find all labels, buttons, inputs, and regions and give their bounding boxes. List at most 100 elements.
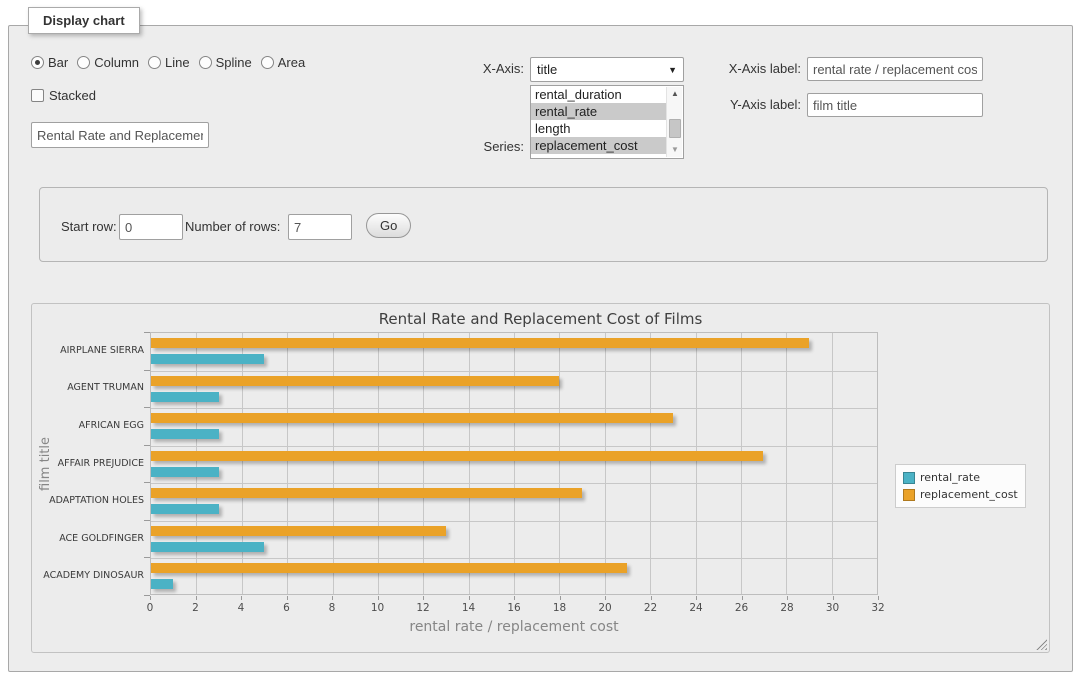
x-axis-tick	[560, 596, 561, 600]
gridline-v-30	[832, 333, 833, 594]
bar-replacement_cost-affair-prejudice	[151, 451, 763, 461]
display-chart-fieldset: BarColumnLineSplineArea Stacked X-Axis: …	[8, 25, 1073, 672]
series-option-replacement_cost[interactable]: replacement_cost	[531, 137, 666, 154]
y-axis-tick	[144, 332, 150, 333]
chart-type-option-spline[interactable]: Spline	[199, 55, 261, 70]
chart-title-input[interactable]	[31, 122, 209, 148]
legend-entry-replacement_cost: replacement_cost	[903, 486, 1018, 503]
bar-replacement_cost-african-egg	[151, 413, 673, 423]
go-button[interactable]: Go	[366, 213, 411, 238]
series-options: rental_durationrental_ratelengthreplacem…	[531, 86, 666, 154]
start-row-label: Start row:	[61, 219, 117, 234]
gridline-v-8	[333, 333, 334, 594]
start-row-input[interactable]	[119, 214, 183, 240]
gridline-h	[151, 446, 877, 447]
series-option-length[interactable]: length	[531, 120, 666, 137]
number-of-rows-input[interactable]	[288, 214, 352, 240]
x-tick-label: 2	[181, 602, 211, 614]
resize-grip-icon[interactable]	[1036, 639, 1047, 650]
legend-label: replacement_cost	[920, 488, 1018, 501]
x-tick-label: 30	[818, 602, 848, 614]
radio-icon-column[interactable]	[77, 56, 90, 69]
x-tick-label: 32	[863, 602, 893, 614]
chart-type-option-bar[interactable]: Bar	[31, 55, 77, 70]
series-label: Series:	[454, 139, 524, 154]
chart-legend: rental_rate replacement_cost	[895, 464, 1026, 508]
gridline-v-20	[605, 333, 606, 594]
gridline-v-4	[242, 333, 243, 594]
gridline-v-28	[786, 333, 787, 594]
category-label: AFFAIR PREJUDICE	[39, 458, 144, 469]
chart-type-option-label: Spline	[216, 55, 252, 70]
gridline-v-10	[378, 333, 379, 594]
gridline-v-26	[741, 333, 742, 594]
x-axis-label-input[interactable]	[807, 57, 983, 81]
plot-area	[150, 332, 878, 595]
chart-type-option-label: Area	[278, 55, 305, 70]
gridline-v-2	[196, 333, 197, 594]
x-axis-tick	[196, 596, 197, 600]
x-tick-label: 24	[681, 602, 711, 614]
bar-rental_rate-african-egg	[151, 429, 219, 439]
chevron-down-icon: ▼	[668, 65, 677, 75]
x-tick-label: 4	[226, 602, 256, 614]
x-tick-label: 6	[272, 602, 302, 614]
scroll-down-icon[interactable]: ▼	[667, 143, 683, 157]
x-axis-tick	[378, 596, 379, 600]
chart-xaxis-title: rental rate / replacement cost	[150, 619, 878, 635]
series-option-rental_rate[interactable]: rental_rate	[531, 103, 666, 120]
x-tick-label: 12	[408, 602, 438, 614]
legend-swatch-replacement_cost	[903, 489, 915, 501]
gridline-h	[151, 521, 877, 522]
radio-icon-line[interactable]	[148, 56, 161, 69]
y-axis-tick	[144, 557, 150, 558]
x-tick-label: 20	[590, 602, 620, 614]
series-listbox[interactable]: rental_durationrental_ratelengthreplacem…	[530, 85, 684, 159]
chart-type-option-column[interactable]: Column	[77, 55, 148, 70]
stacked-checkbox[interactable]	[31, 89, 44, 102]
radio-icon-spline[interactable]	[199, 56, 212, 69]
chart-type-radios: Bar ColumnLine Spline Area	[31, 55, 314, 70]
chart-type-option-line[interactable]: Line	[148, 55, 199, 70]
gridline-v-12	[423, 333, 424, 594]
gridline-v-18	[559, 333, 560, 594]
x-axis-tick	[287, 596, 288, 600]
x-tick-label: 14	[454, 602, 484, 614]
gridline-h	[151, 558, 877, 559]
gridline-h	[151, 483, 877, 484]
chart-type-option-area[interactable]: Area	[261, 55, 314, 70]
scroll-up-icon[interactable]: ▲	[667, 87, 683, 101]
scrollbar-thumb[interactable]	[669, 119, 681, 139]
radio-icon-bar[interactable]	[31, 56, 44, 69]
x-tick-label: 22	[636, 602, 666, 614]
category-label: ACADEMY DINOSAUR	[39, 570, 144, 581]
stacked-label: Stacked	[49, 88, 96, 103]
gridline-v-22	[650, 333, 651, 594]
fieldset-legend-text: Display chart	[43, 13, 125, 28]
gridline-v-24	[696, 333, 697, 594]
stacked-checkbox-row[interactable]: Stacked	[31, 88, 96, 103]
series-option-rental_duration[interactable]: rental_duration	[531, 86, 666, 103]
radio-icon-area[interactable]	[261, 56, 274, 69]
category-label: ADAPTATION HOLES	[39, 495, 144, 506]
chart-title: Rental Rate and Replacement Cost of Film…	[32, 310, 1049, 328]
x-axis-label-field-label: X-Axis label:	[697, 61, 801, 76]
gridline-v-16	[514, 333, 515, 594]
series-scrollbar[interactable]: ▲ ▼	[666, 87, 682, 157]
fieldset-legend: Display chart	[28, 7, 140, 34]
y-axis-label-input[interactable]	[807, 93, 983, 117]
row-controls-panel: Start row: Number of rows: Go	[39, 187, 1048, 262]
x-axis-select-value: title	[537, 62, 557, 77]
bar-rental_rate-affair-prejudice	[151, 467, 219, 477]
category-label: ACE GOLDFINGER	[39, 533, 144, 544]
x-tick-label: 8	[317, 602, 347, 614]
legend-entry-rental_rate: rental_rate	[903, 469, 1018, 486]
x-tick-label: 26	[727, 602, 757, 614]
chart-type-option-label: Bar	[48, 55, 68, 70]
category-label: AIRPLANE SIERRA	[39, 345, 144, 356]
x-axis-tick	[651, 596, 652, 600]
x-axis-tick	[833, 596, 834, 600]
y-axis-tick	[144, 370, 150, 371]
bar-rental_rate-ace-goldfinger	[151, 542, 264, 552]
x-axis-select[interactable]: title ▼	[530, 57, 684, 82]
